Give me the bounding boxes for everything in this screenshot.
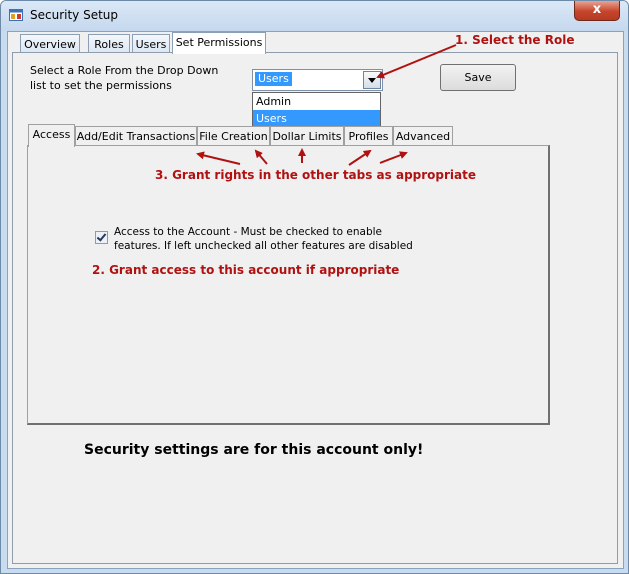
arrow-to-advanced-tab	[379, 151, 408, 164]
arrow-to-role-select	[376, 44, 457, 79]
title-bar[interactable]: Security Setup x	[1, 1, 628, 31]
window-title: Security Setup	[30, 8, 119, 22]
app-window-icon	[9, 9, 23, 21]
client-area: Overview Roles Users Set Permissions Sel…	[7, 31, 624, 569]
arrow-to-profiles-tab	[348, 149, 372, 166]
tab-set-permissions[interactable]: Set Permissions	[172, 32, 266, 54]
subtab-access[interactable]: Access	[28, 124, 75, 147]
arrow-to-add-edit-tab	[196, 151, 241, 165]
security-setup-window: Security Setup x Overview Roles Users Se…	[0, 0, 629, 574]
arrow-to-file-creation-tab	[254, 149, 268, 165]
annotation-arrows	[196, 44, 457, 166]
close-icon: x	[592, 2, 602, 17]
close-button[interactable]: x	[574, 1, 620, 21]
